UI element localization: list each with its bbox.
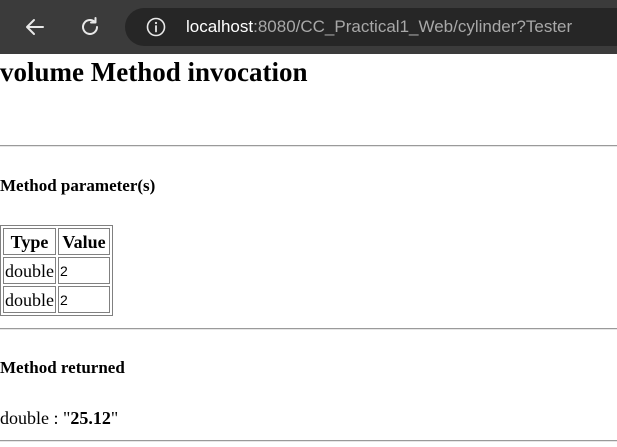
parameters-heading: Method parameter(s) bbox=[0, 176, 156, 195]
url-host: localhost bbox=[186, 17, 254, 36]
parameters-table: Type Value double 2 double 2 bbox=[0, 225, 113, 316]
column-header-type: Type bbox=[3, 228, 56, 255]
column-header-value: Value bbox=[58, 228, 110, 255]
result-close-quote: " bbox=[110, 408, 119, 428]
returned-heading: Method returned bbox=[0, 358, 125, 377]
table-header-row: Type Value bbox=[3, 228, 110, 255]
type-cell: double bbox=[3, 286, 56, 313]
divider bbox=[0, 440, 617, 442]
table-row: double 2 bbox=[3, 257, 110, 284]
info-icon[interactable] bbox=[146, 17, 166, 37]
reload-button[interactable] bbox=[72, 9, 108, 45]
arrow-left-icon bbox=[26, 19, 44, 35]
result-value: 25.12 bbox=[70, 408, 111, 428]
address-bar[interactable]: localhost:8080/CC_Practical1_Web/cylinde… bbox=[125, 8, 617, 46]
url-text[interactable]: localhost:8080/CC_Practical1_Web/cylinde… bbox=[186, 17, 572, 37]
result-type: double : bbox=[0, 408, 59, 428]
table-row: double 2 bbox=[3, 286, 110, 313]
divider bbox=[0, 328, 617, 330]
url-path: :8080/CC_Practical1_Web/cylinder?Tester bbox=[253, 17, 573, 36]
reload-icon bbox=[82, 17, 98, 35]
value-cell: 2 bbox=[58, 257, 110, 284]
type-cell: double bbox=[3, 257, 56, 284]
browser-toolbar: localhost:8080/CC_Practical1_Web/cylinde… bbox=[0, 0, 617, 54]
result-line: double : "25.12" bbox=[0, 407, 118, 429]
back-button[interactable] bbox=[17, 9, 53, 45]
divider bbox=[0, 145, 617, 147]
value-cell: 2 bbox=[58, 286, 110, 313]
page-title: volume Method invocation bbox=[0, 57, 308, 87]
page-content: volume Method invocation Method paramete… bbox=[0, 54, 617, 447]
